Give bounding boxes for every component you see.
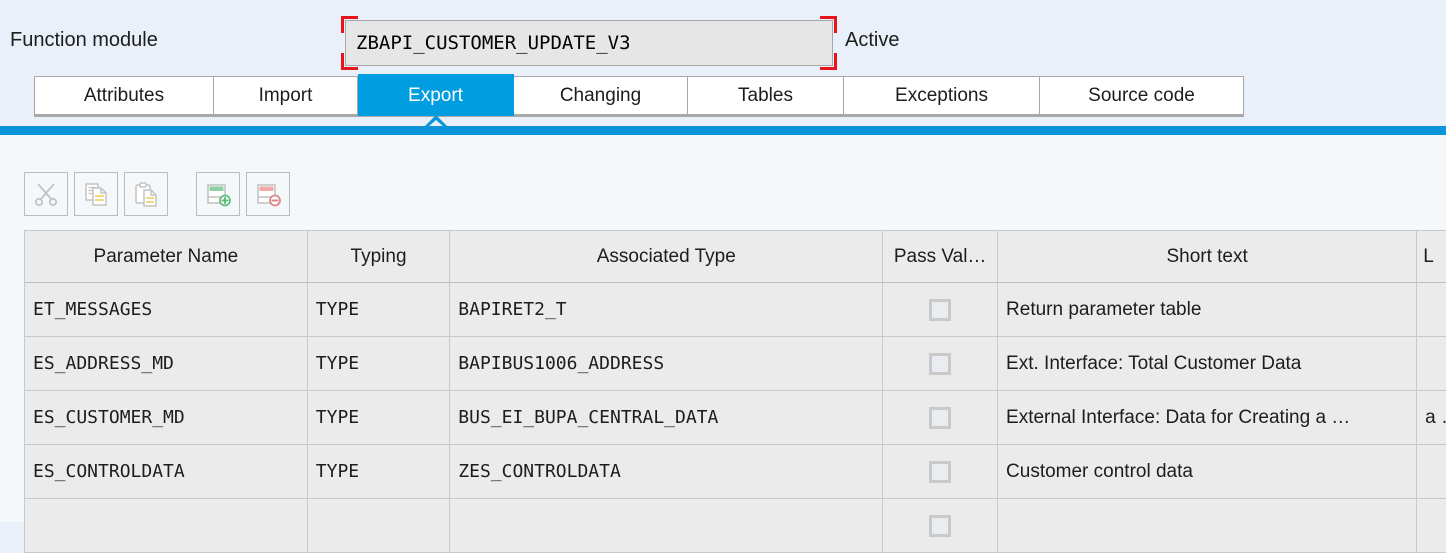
table-row[interactable]: ES_ADDRESS_MD TYPE BAPIBUS1006_ADDRESS E… (25, 337, 1446, 391)
content-area: Parameter Name Typing Associated Type Pa… (0, 135, 1446, 522)
table-row[interactable]: ES_CUSTOMER_MD TYPE BUS_EI_BUPA_CENTRAL_… (25, 391, 1446, 445)
status-badge: Active (845, 29, 899, 52)
delete-row-icon (255, 181, 281, 207)
cell-length[interactable] (1417, 445, 1446, 499)
parameters-table: Parameter Name Typing Associated Type Pa… (24, 230, 1446, 553)
cell-short-text[interactable] (998, 499, 1417, 553)
cell-typing[interactable]: TYPE (308, 391, 450, 445)
cell-parameter-name[interactable]: ES_CONTROLDATA (25, 445, 308, 499)
copy-icon (83, 181, 109, 207)
tab-source-code[interactable]: Source code (1040, 76, 1244, 114)
table-row[interactable]: ES_CONTROLDATA TYPE ZES_CONTROLDATA Cust… (25, 445, 1446, 499)
cell-short-text[interactable]: External Interface: Data for Creating a … (998, 391, 1417, 445)
cell-associated-type[interactable] (450, 499, 883, 553)
delete-row-button[interactable] (246, 172, 290, 216)
column-header-short-text[interactable]: Short text (998, 231, 1417, 283)
tab-changing[interactable]: Changing (514, 76, 688, 114)
cell-parameter-name[interactable]: ES_ADDRESS_MD (25, 337, 308, 391)
cell-typing[interactable] (308, 499, 450, 553)
tab-export[interactable]: Export (358, 74, 514, 116)
cell-length[interactable]: a … (1417, 391, 1446, 445)
cut-button[interactable] (24, 172, 68, 216)
cut-icon (33, 181, 59, 207)
pass-value-checkbox[interactable] (929, 353, 951, 375)
column-header-pass-value[interactable]: Pass Val… (883, 231, 998, 283)
tab-label: Attributes (84, 85, 164, 107)
cell-length[interactable] (1417, 337, 1446, 391)
cell-typing[interactable]: TYPE (308, 445, 450, 499)
column-header-associated-type[interactable]: Associated Type (450, 231, 883, 283)
tab-exceptions[interactable]: Exceptions (844, 76, 1040, 114)
active-tab-separator-bar (0, 126, 1446, 135)
tab-label: Tables (738, 85, 793, 107)
column-header-length[interactable]: L (1417, 231, 1446, 283)
tab-attributes[interactable]: Attributes (34, 76, 214, 114)
pass-value-checkbox[interactable] (929, 515, 951, 537)
tab-label: Import (259, 85, 313, 107)
cell-associated-type[interactable]: ZES_CONTROLDATA (450, 445, 883, 499)
cell-pass-value[interactable] (883, 283, 998, 337)
header-band: Function module Active Attributes Import… (0, 0, 1446, 121)
cell-associated-type[interactable]: BUS_EI_BUPA_CENTRAL_DATA (450, 391, 883, 445)
cell-associated-type[interactable]: BAPIBUS1006_ADDRESS (450, 337, 883, 391)
function-module-field-wrapper (341, 16, 837, 70)
cell-short-text[interactable]: Return parameter table (998, 283, 1417, 337)
table-row[interactable] (25, 499, 1446, 553)
pass-value-checkbox[interactable] (929, 299, 951, 321)
cell-pass-value[interactable] (883, 337, 998, 391)
cell-short-text[interactable]: Ext. Interface: Total Customer Data (998, 337, 1417, 391)
cell-pass-value[interactable] (883, 445, 998, 499)
paste-icon (133, 181, 159, 207)
pass-value-checkbox[interactable] (929, 461, 951, 483)
tab-strip: Attributes Import Export Changing Tables… (34, 76, 1244, 117)
cell-typing[interactable]: TYPE (308, 337, 450, 391)
active-tab-chevron-icon (424, 114, 448, 127)
cell-parameter-name[interactable]: ET_MESSAGES (25, 283, 308, 337)
insert-row-icon (205, 181, 231, 207)
table-toolbar (24, 172, 290, 216)
cell-parameter-name[interactable] (25, 499, 308, 553)
function-module-input[interactable] (345, 20, 833, 66)
cell-pass-value[interactable] (883, 391, 998, 445)
cell-length[interactable] (1417, 283, 1446, 337)
copy-button[interactable] (74, 172, 118, 216)
paste-button[interactable] (124, 172, 168, 216)
pass-value-checkbox[interactable] (929, 407, 951, 429)
cell-length[interactable] (1417, 499, 1446, 553)
tab-tables[interactable]: Tables (688, 76, 844, 114)
cell-pass-value[interactable] (883, 499, 998, 553)
cell-associated-type[interactable]: BAPIRET2_T (450, 283, 883, 337)
tab-label: Exceptions (895, 85, 988, 107)
tab-label: Export (408, 85, 463, 107)
tab-import[interactable]: Import (214, 76, 358, 114)
cell-typing[interactable]: TYPE (308, 283, 450, 337)
cell-short-text[interactable]: Customer control data (998, 445, 1417, 499)
function-module-label: Function module (10, 29, 158, 52)
tab-label: Changing (560, 85, 641, 107)
column-header-parameter-name[interactable]: Parameter Name (25, 231, 308, 283)
table-row[interactable]: ET_MESSAGES TYPE BAPIRET2_T Return param… (25, 283, 1446, 337)
table-header-row: Parameter Name Typing Associated Type Pa… (25, 231, 1446, 283)
insert-row-button[interactable] (196, 172, 240, 216)
tab-label: Source code (1088, 85, 1195, 107)
column-header-typing[interactable]: Typing (308, 231, 450, 283)
cell-parameter-name[interactable]: ES_CUSTOMER_MD (25, 391, 308, 445)
